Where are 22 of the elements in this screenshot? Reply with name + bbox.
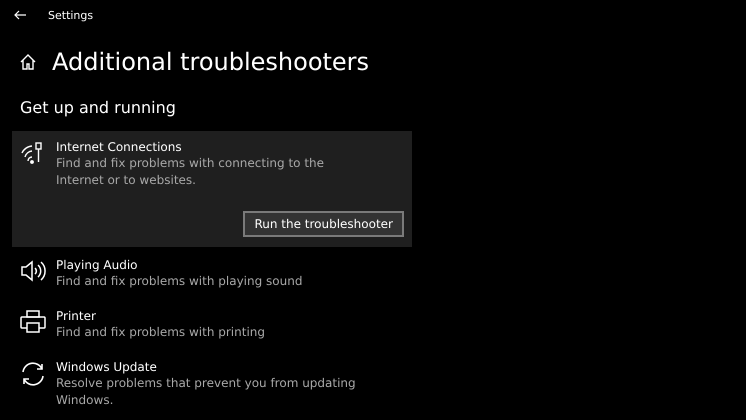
section-title: Get up and running [20,98,177,117]
run-troubleshooter-button[interactable]: Run the troubleshooter [243,211,404,237]
item-title: Printer [56,308,97,324]
wifi-icon [20,141,44,165]
troubleshooter-item[interactable]: Windows Update Resolve problems that prevent you from updating Windows. [12,351,412,417]
item-description: Find and fix problems with printing [56,324,266,341]
item-title: Windows Update [56,359,158,375]
item-description: Find and fix problems with playing sound [56,273,304,290]
back-icon[interactable] [14,10,26,20]
refresh-icon [20,361,46,387]
item-title: Internet Connections [56,139,183,155]
item-title: Playing Audio [56,257,139,273]
item-description: Resolve problems that prevent you from updating Windows. [56,375,357,409]
troubleshooter-card[interactable]: Internet Connections Find and fix problems with connecting to the Internet or to websites. Run the troubleshooter [12,131,412,247]
home-icon[interactable] [20,54,36,70]
speaker-icon [20,259,46,283]
troubleshooter-item[interactable]: Playing Audio Find and fix problems with playing sound [12,249,412,298]
item-description: Find and fix problems with connecting to the Internet or to websites. [56,155,326,189]
window-title: Settings [48,8,94,22]
printer-icon [20,310,46,334]
troubleshooter-item[interactable]: Printer Find and fix problems with printing [12,300,412,349]
page-title: Additional troubleshooters [52,48,370,76]
